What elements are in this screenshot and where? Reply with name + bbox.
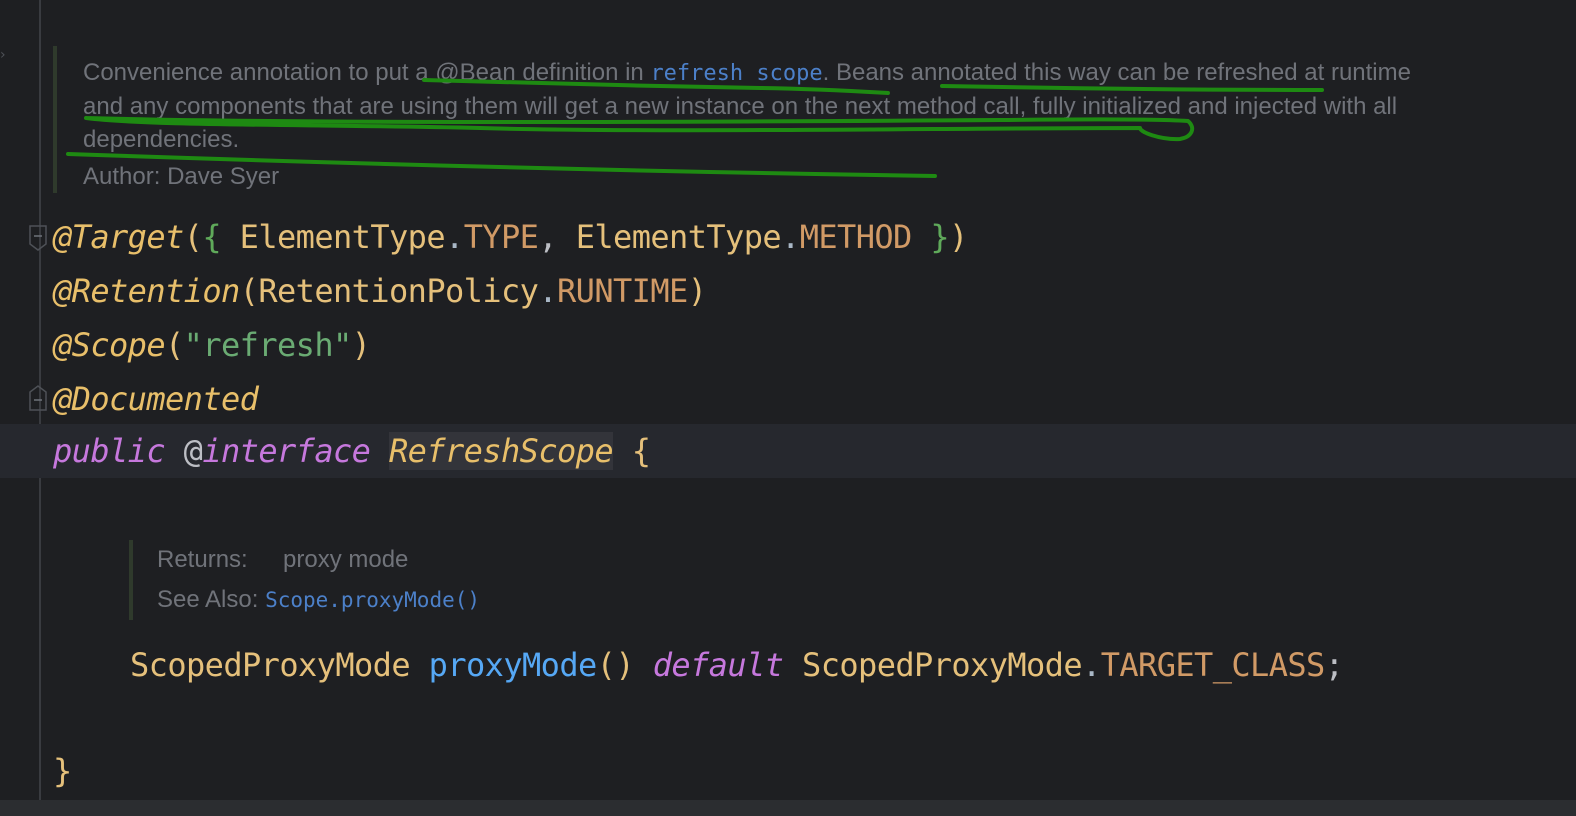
method-parens: (): [596, 646, 635, 684]
const-target-class: TARGET_CLASS: [1100, 646, 1326, 684]
doc-author-label: Author:: [83, 163, 161, 190]
paren-close: ): [687, 272, 707, 310]
const-method: METHOD: [799, 218, 913, 256]
doc-author-name: Dave Syer: [167, 163, 280, 190]
doc-see-also: See Also: Scope.proxyMode(): [157, 580, 757, 620]
at-sign: @: [183, 432, 203, 470]
code-line-documented[interactable]: @Documented: [53, 372, 259, 426]
doc-see-also-link[interactable]: Scope.proxyMode(): [265, 588, 480, 612]
paren-open: (: [183, 218, 203, 256]
annotation-documented: @Documented: [53, 380, 259, 418]
paren-open: (: [165, 326, 184, 364]
type-retentionpolicy: RetentionPolicy: [258, 272, 539, 310]
code-line-interface-declaration[interactable]: public @interface RefreshScope {: [53, 424, 651, 478]
semicolon: ;: [1324, 646, 1344, 684]
doc-returns: Returns: proxy mode: [157, 540, 757, 580]
annotation-retention: @Retention: [53, 272, 240, 310]
annotation-target: @Target: [53, 218, 184, 256]
doc-description: Convenience annotation to put a @Bean de…: [83, 56, 1413, 156]
comma: ,: [538, 218, 576, 256]
keyword-public: public: [53, 432, 166, 470]
method-proxymode: proxyMode: [428, 646, 598, 684]
type-elementtype: ElementType: [221, 218, 446, 256]
bottom-scroll-area[interactable]: [0, 800, 1576, 816]
dot: .: [781, 218, 800, 256]
rendered-doc-comment: Convenience annotation to put a @Bean de…: [53, 46, 1413, 193]
dot: .: [538, 272, 558, 310]
dot: .: [445, 218, 464, 256]
code-line-proxymode[interactable]: ScopedProxyMode proxyMode() default Scop…: [130, 638, 1344, 692]
type-scopedproxymode: ScopedProxyMode: [130, 646, 411, 684]
annotation-scope: @Scope: [53, 326, 166, 364]
doc-returns-value: proxy mode: [283, 546, 409, 573]
fold-collapse-icon[interactable]: [28, 224, 48, 252]
code-line-closing-brace[interactable]: }: [53, 744, 72, 798]
doc-returns-label: Returns:: [157, 546, 248, 573]
string-refresh: "refresh": [183, 326, 353, 364]
brace-close: }: [911, 218, 950, 256]
const-runtime: RUNTIME: [557, 272, 688, 310]
code-line-target[interactable]: @Target({ ElementType.TYPE, ElementType.…: [53, 210, 968, 264]
type-scopedproxymode-2: ScopedProxyMode: [802, 646, 1083, 684]
brace-open: {: [202, 218, 222, 256]
doc-see-also-label: See Also:: [157, 586, 259, 613]
paren-open: (: [239, 272, 259, 310]
doc-link-refresh-scope[interactable]: refresh scope: [650, 61, 822, 86]
code-line-retention[interactable]: @Retention(RetentionPolicy.RUNTIME): [53, 264, 707, 318]
type-elementtype-2: ElementType: [575, 218, 782, 256]
class-name-refreshscope[interactable]: RefreshScope: [389, 432, 614, 470]
code-line-scope[interactable]: @Scope("refresh"): [53, 318, 371, 372]
doc-author: Author: Dave Syer: [83, 160, 1413, 193]
doc-text-part1: Convenience annotation to put a @Bean de…: [83, 59, 651, 86]
chevron-right-icon: ›: [0, 47, 6, 63]
paren-close: ): [351, 326, 371, 364]
keyword-interface: interface: [202, 432, 371, 470]
method-doc-comment: Returns: proxy mode See Also: Scope.proxy…: [129, 540, 757, 620]
dot: .: [1082, 646, 1101, 684]
keyword-default: default: [652, 646, 784, 684]
brace-open: {: [631, 432, 651, 470]
paren-close: ): [949, 218, 968, 256]
const-type: TYPE: [463, 218, 539, 256]
brace-close: }: [53, 752, 72, 790]
fold-end-icon[interactable]: [28, 384, 48, 412]
